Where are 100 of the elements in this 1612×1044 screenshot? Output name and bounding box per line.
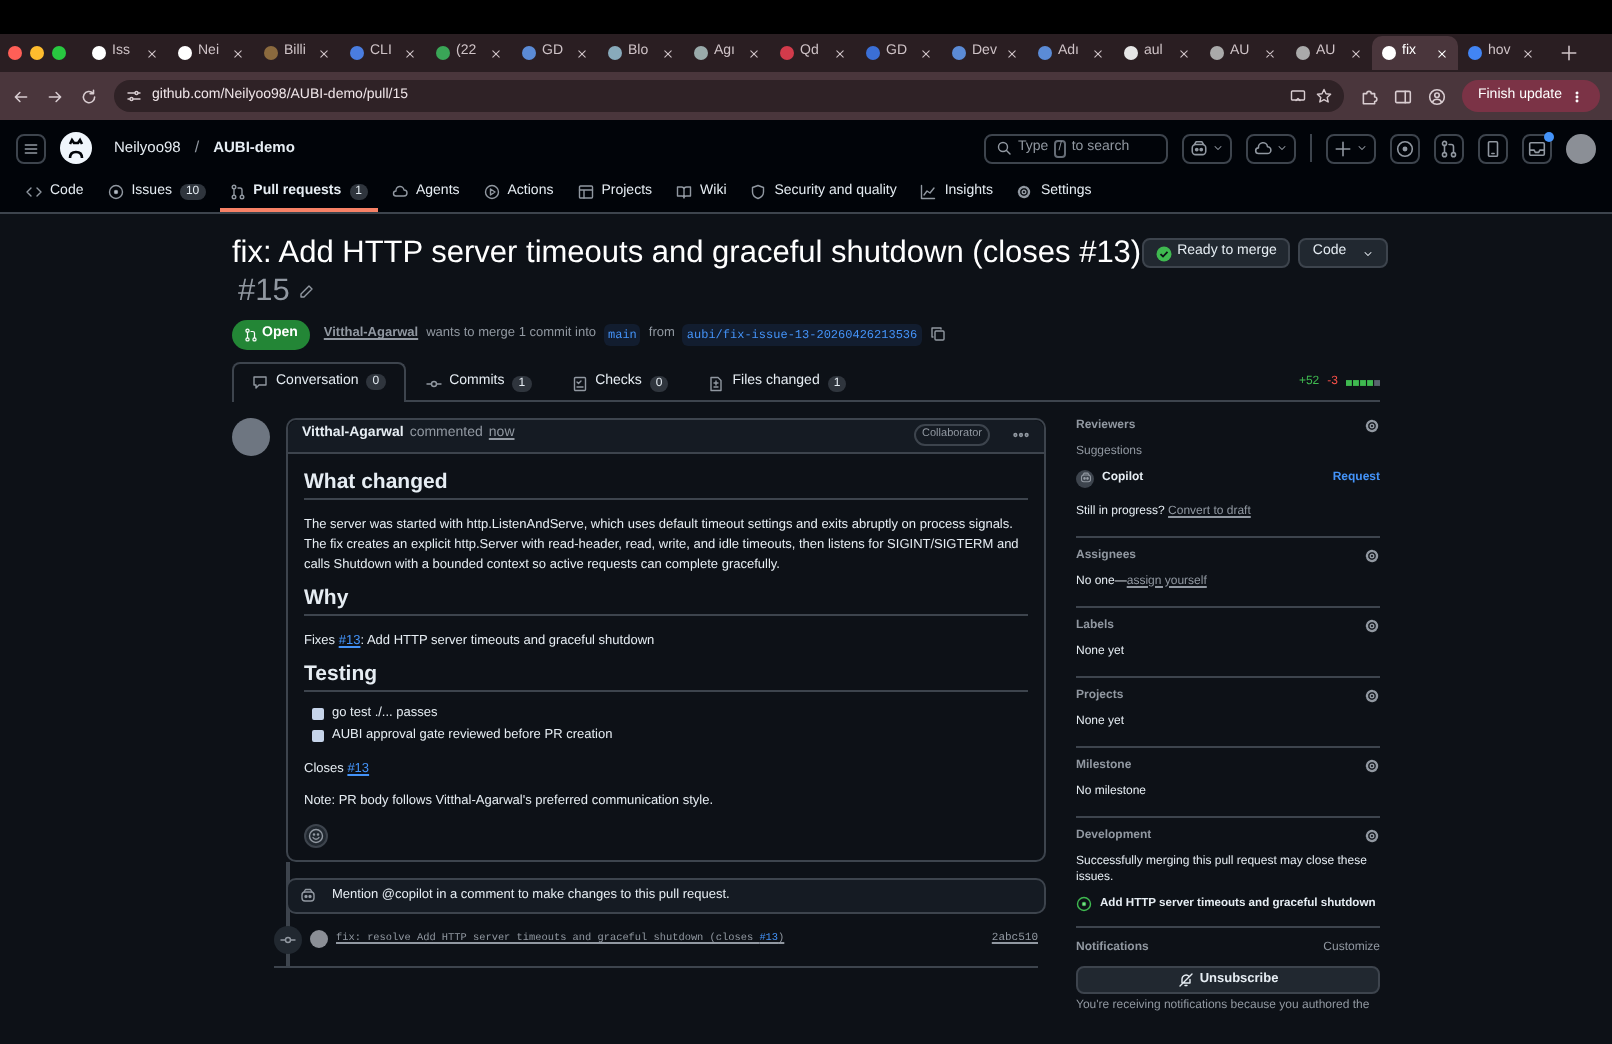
agents-button[interactable] (1246, 133, 1296, 163)
back-button[interactable] (12, 87, 30, 105)
copilot-icon (300, 887, 316, 903)
pull-requests-button[interactable] (1434, 133, 1464, 163)
close-icon (1519, 44, 1537, 62)
close-icon (1003, 44, 1021, 62)
plus-icon (1560, 44, 1578, 62)
section-heading: What changed (304, 471, 1028, 499)
copilot-icon (1190, 139, 1208, 157)
cloud-icon (1254, 139, 1272, 157)
close-icon (315, 44, 333, 62)
extensions-button[interactable] (1359, 87, 1378, 105)
smiley-icon (308, 827, 324, 843)
close-icon (917, 44, 935, 62)
create-new-button[interactable] (1326, 133, 1376, 163)
site-info-icon (126, 88, 142, 104)
checkbox[interactable] (312, 730, 324, 742)
graph-icon (920, 184, 937, 200)
profile-button[interactable] (1427, 87, 1446, 105)
settings-icon (1364, 688, 1380, 704)
play-icon (483, 184, 500, 200)
book-icon (676, 184, 693, 200)
extensions-icon (1359, 87, 1378, 105)
inbox-button[interactable] (1522, 133, 1552, 163)
reload-button[interactable] (80, 87, 98, 105)
settings-button[interactable] (1364, 688, 1380, 704)
commit-icon (280, 931, 296, 947)
copy-button[interactable] (929, 326, 946, 343)
pr-title: fix: Add HTTP server timeouts and graceful shutdown (closes #13) (232, 234, 1142, 272)
check-circle-icon (1155, 245, 1172, 261)
table-icon (577, 184, 594, 200)
notification-dot (1544, 131, 1554, 141)
section-heading: Why (304, 587, 1028, 615)
settings-button[interactable] (1364, 418, 1380, 434)
section-heading: Testing (304, 663, 1028, 691)
diffstat-drawing (1346, 379, 1380, 385)
settings-icon (1364, 418, 1380, 434)
settings-icon (1364, 618, 1380, 634)
close-window-button[interactable] (8, 46, 22, 60)
repositories-button[interactable] (1478, 133, 1508, 163)
path-separator: / (194, 136, 200, 160)
close-icon (831, 44, 849, 62)
back-icon (12, 87, 30, 105)
menu-button[interactable] (16, 133, 46, 163)
settings-button[interactable] (1364, 618, 1380, 634)
profile-icon (1427, 87, 1446, 105)
caret-icon (1362, 247, 1375, 259)
settings-button[interactable] (1364, 758, 1380, 774)
close-icon (401, 44, 419, 62)
new-tab-button[interactable] (1560, 44, 1578, 62)
close-icon (1261, 44, 1279, 62)
close-icon (745, 44, 763, 62)
caret-icon (1356, 142, 1368, 154)
close-icon (1089, 44, 1107, 62)
close-icon (1175, 44, 1193, 62)
copilot-button[interactable] (1182, 133, 1232, 163)
device-icon (1484, 139, 1502, 157)
search-icon (996, 140, 1012, 156)
close-icon (1433, 44, 1451, 62)
settings-button[interactable] (1364, 548, 1380, 564)
commit-icon (425, 375, 442, 391)
issue-icon (107, 184, 124, 200)
install-icon (1289, 88, 1306, 104)
forward-button[interactable] (46, 87, 64, 105)
maximize-window-button[interactable] (52, 46, 66, 60)
close-icon (573, 44, 591, 62)
file-diff-icon (708, 375, 725, 391)
close-icon (487, 44, 505, 62)
settings-icon (1364, 758, 1380, 774)
more-icon (1570, 89, 1584, 103)
side-panel-button[interactable] (1393, 87, 1412, 105)
close-icon (659, 44, 677, 62)
caret-icon (1212, 142, 1224, 154)
pencil-icon (297, 283, 314, 299)
open-issue-icon (1076, 895, 1092, 912)
close-icon (229, 44, 247, 62)
side-panel-icon (1393, 87, 1412, 105)
menu-icon (22, 139, 40, 157)
close-icon (143, 44, 161, 62)
cloud-icon (391, 184, 408, 200)
settings-icon (1364, 548, 1380, 564)
add-reaction-button[interactable] (304, 823, 328, 847)
settings-button[interactable] (1364, 828, 1380, 844)
pull-request-icon (244, 327, 258, 342)
settings-icon (1364, 828, 1380, 844)
minimize-window-button[interactable] (30, 46, 44, 60)
issue-icon (1396, 139, 1414, 157)
avatar (232, 417, 270, 455)
code-icon (26, 184, 42, 200)
issues-button[interactable] (1390, 133, 1420, 163)
github-logo-icon (60, 132, 92, 164)
close-icon (1347, 44, 1365, 62)
plus-icon (1334, 139, 1352, 157)
avatar[interactable] (1566, 133, 1596, 163)
shield-icon (750, 184, 767, 200)
comment-icon (252, 374, 268, 390)
caret-icon (1276, 142, 1288, 154)
checkbox[interactable] (312, 708, 324, 720)
reload-icon (80, 87, 98, 105)
checklist-icon (571, 375, 588, 391)
